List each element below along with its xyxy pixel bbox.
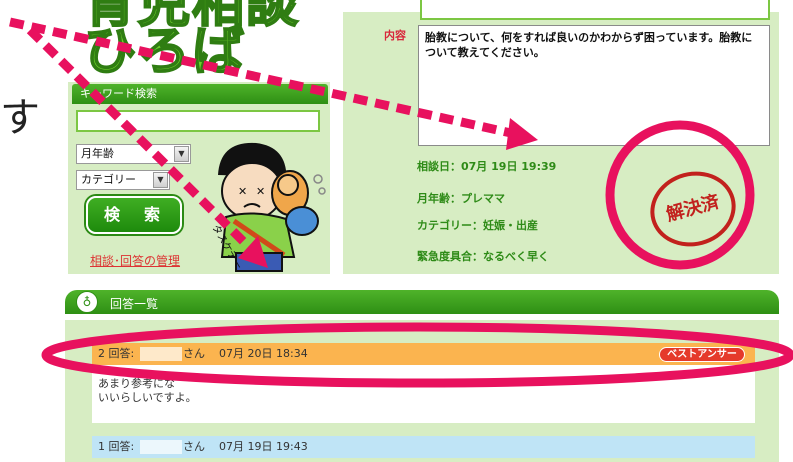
edge-text: す [0, 95, 40, 141]
answers-header-bar [65, 290, 779, 314]
answer-user-suffix: さん [183, 347, 205, 360]
answer-body-end: いいらしいですよ。 [98, 391, 197, 404]
answer-number: 2 回答: [98, 347, 135, 360]
site-logo[interactable]: 育児相談 ひろば [80, 0, 335, 82]
answer-body: あまり参考にな いいらしいですよ。 [92, 365, 755, 423]
answer-user-suffix: さん [183, 440, 205, 453]
consultation-date: 相談日：07月 19日 19:39 [417, 160, 557, 173]
consultation-urgency: 緊急度具合：なるべく早く [417, 250, 549, 263]
svg-text:✕: ✕ [238, 185, 247, 198]
bottle-icon: ♁ [76, 291, 98, 313]
svg-text:✕: ✕ [256, 185, 265, 198]
month-age-select[interactable]: 月年齢 ▼ [76, 144, 191, 164]
logo-line-2: ひろば [83, 22, 247, 82]
answer-row-header[interactable]: 2 回答: さん 07月 20日 18:34 [92, 343, 755, 365]
category-select[interactable]: カテゴリー ▼ [76, 170, 170, 190]
username-redacted [140, 440, 182, 454]
consultation-category: カテゴリー：妊娠・出産 [417, 219, 538, 232]
answer-body-start: あまり参考にな [98, 377, 175, 390]
chevron-down-icon: ▼ [174, 146, 189, 162]
content-label: 内容 [384, 29, 406, 42]
username-redacted [140, 347, 182, 361]
title-field [420, 0, 770, 20]
answer-row-header[interactable]: 1 回答: さん 07月 19日 19:43 [92, 436, 755, 458]
answer-number: 1 回答: [98, 440, 135, 453]
month-age-select-label: 月年齢 [81, 147, 114, 160]
keyword-search-input[interactable] [76, 110, 320, 132]
answer-date: 07月 19日 19:43 [219, 440, 308, 453]
chevron-down-icon: ▼ [153, 172, 168, 188]
category-select-label: カテゴリー [81, 173, 136, 186]
answer-date: 07月 20日 18:34 [219, 347, 308, 360]
manage-link[interactable]: 相談･回答の管理 [90, 252, 180, 269]
content-textarea: 胎教について、何をすれば良いのかわからず困っています。胎教について教えてください… [418, 25, 770, 146]
search-button[interactable]: 検 索 [86, 196, 182, 234]
best-answer-badge: ベストアンサー [659, 347, 745, 362]
consultation-age: 月年齢：プレママ [417, 192, 505, 205]
keyword-search-header: キーワード検索 [72, 84, 328, 104]
answer-body-obscured [175, 377, 595, 387]
answers-title: 回答一覧 [110, 297, 159, 311]
character-illustration: ✕ ✕ タスケテー [209, 142, 326, 272]
